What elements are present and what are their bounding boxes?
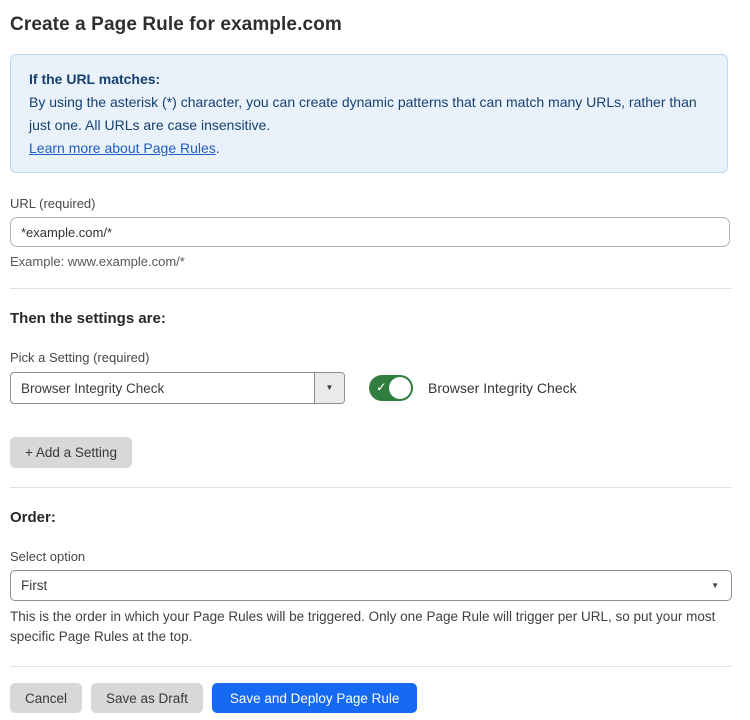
url-input[interactable]	[10, 217, 730, 247]
add-setting-button[interactable]: + Add a Setting	[10, 437, 132, 468]
order-select-label: Select option	[10, 549, 732, 564]
setting-select[interactable]: Browser Integrity Check ▼	[10, 372, 345, 404]
order-select-value: First	[11, 578, 711, 593]
setting-row: Browser Integrity Check ▼ ✓ Browser Inte…	[10, 372, 732, 404]
page-container: Create a Page Rule for example.com If th…	[10, 0, 732, 713]
save-draft-button[interactable]: Save as Draft	[91, 683, 203, 713]
info-box-body: By using the asterisk (*) character, you…	[29, 91, 709, 137]
toggle-label: Browser Integrity Check	[428, 380, 577, 396]
link-suffix: .	[216, 140, 220, 156]
page-title: Create a Page Rule for example.com	[10, 14, 732, 36]
order-section-heading: Order:	[10, 509, 732, 526]
info-link-row: Learn more about Page Rules.	[29, 137, 709, 160]
check-icon: ✓	[376, 380, 387, 396]
order-select[interactable]: First ▼	[10, 570, 732, 601]
info-box: If the URL matches: By using the asteris…	[10, 54, 728, 173]
setting-picker-label: Pick a Setting (required)	[10, 350, 732, 365]
info-box-heading: If the URL matches:	[29, 68, 709, 91]
footer-actions: Cancel Save as Draft Save and Deploy Pag…	[10, 683, 732, 713]
divider	[10, 288, 732, 289]
divider	[10, 487, 732, 488]
save-deploy-button[interactable]: Save and Deploy Page Rule	[212, 683, 418, 713]
divider	[10, 666, 732, 667]
setting-select-value: Browser Integrity Check	[11, 381, 314, 396]
settings-section-heading: Then the settings are:	[10, 310, 732, 327]
url-helper-text: Example: www.example.com/*	[10, 254, 732, 269]
setting-toggle[interactable]: ✓	[369, 375, 413, 401]
toggle-knob	[389, 377, 411, 399]
cancel-button[interactable]: Cancel	[10, 683, 82, 713]
url-label: URL (required)	[10, 196, 732, 211]
learn-more-link[interactable]: Learn more about Page Rules	[29, 140, 216, 156]
chevron-down-icon: ▼	[326, 384, 334, 392]
setting-select-arrow-button[interactable]: ▼	[314, 373, 344, 403]
order-helper-text: This is the order in which your Page Rul…	[10, 607, 732, 647]
chevron-down-icon: ▼	[711, 582, 719, 590]
